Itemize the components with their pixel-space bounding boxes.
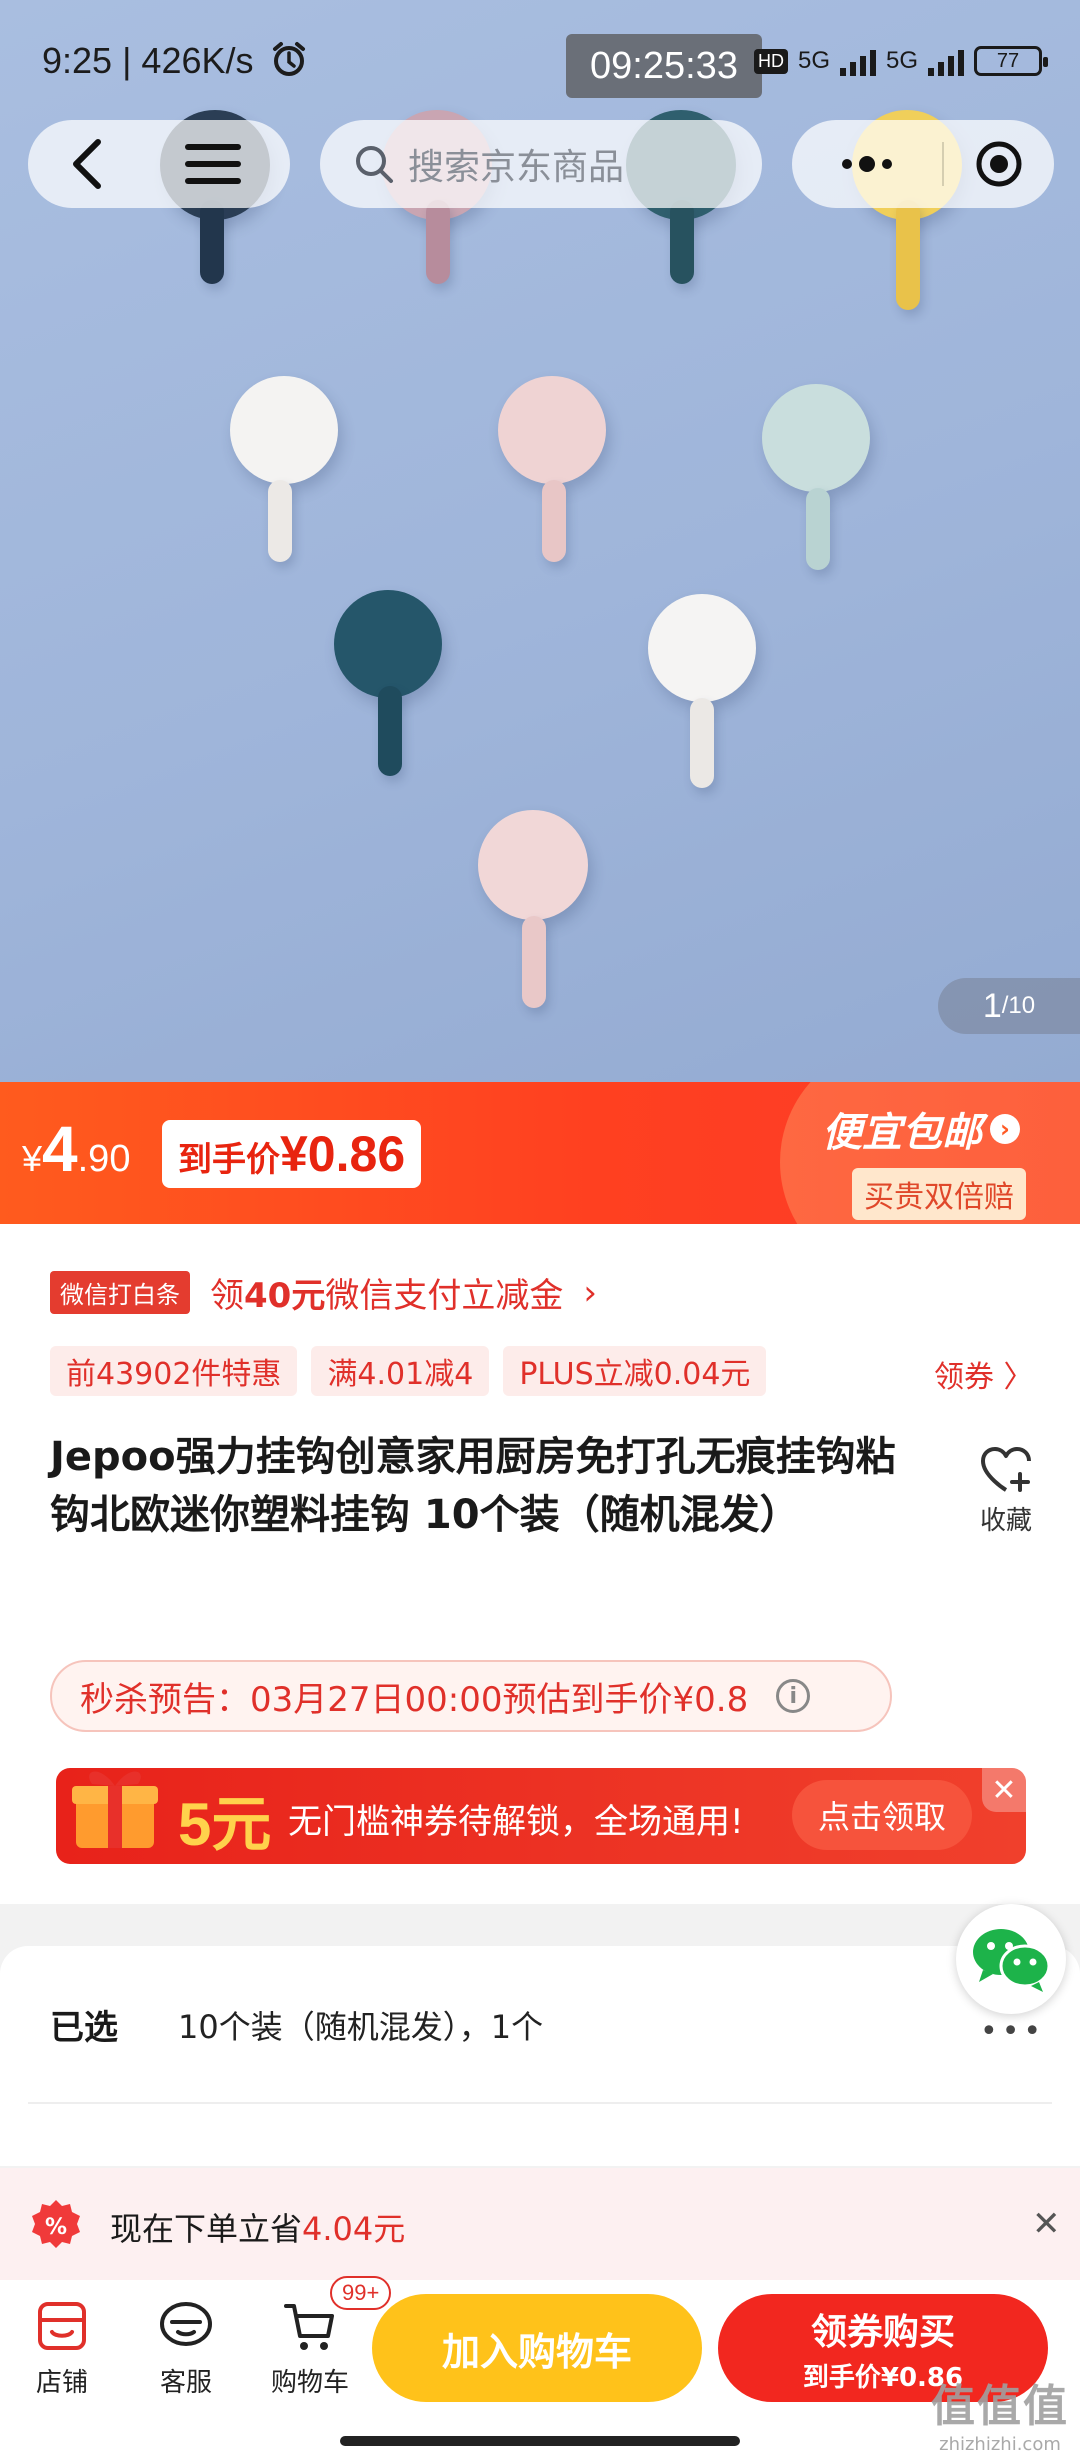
- product-title: Jepoo强力挂钩创意家用厨房免打孔无痕挂钩粘钩北欧迷你塑料挂钩 10个装（随机…: [50, 1434, 896, 1538]
- menu-icon: [185, 144, 241, 184]
- promo-tag: PLUS立减0.04元: [503, 1346, 767, 1396]
- cart-label: 购物车: [270, 2368, 349, 2398]
- status-right: HD 5G 5G 77: [754, 46, 1049, 76]
- more-dots-icon[interactable]: •••: [980, 2014, 1045, 2049]
- flash-sale-notice[interactable]: 秒杀预告：03月27日00:00预估到手价¥0.8 i: [50, 1660, 892, 1732]
- service-label: 客服: [159, 2368, 212, 2398]
- cart-count-badge: 99+: [330, 2276, 392, 2310]
- svg-text:%: %: [45, 2215, 67, 2240]
- wechat-share-button[interactable]: [956, 1904, 1066, 2014]
- close-icon[interactable]: ✕: [982, 1768, 1026, 1812]
- wechat-promo-text: 领40元微信支付立减金: [210, 1276, 564, 1316]
- more-dots-icon: [842, 156, 892, 172]
- menu-button[interactable]: [148, 120, 278, 208]
- selected-spec-row[interactable]: 已选 10个装（随机混发），1个: [50, 2000, 543, 2049]
- final-price-label: 到手价: [178, 1140, 280, 1180]
- flash-sale-text: 秒杀预告：03月27日00:00预估到手价¥0.8: [80, 1679, 749, 1720]
- target-icon: [976, 141, 1022, 187]
- close-miniprogram-button[interactable]: [944, 139, 1054, 189]
- selection-card[interactable]: 已选 10个装（随机混发），1个 •••: [0, 1946, 1080, 2166]
- claim-coupon-button[interactable]: 点击领取: [792, 1780, 972, 1850]
- shop-label: 店铺: [35, 2368, 88, 2398]
- search-bar[interactable]: 搜索京东商品: [320, 120, 762, 208]
- favorite-label: 收藏: [979, 1506, 1032, 1536]
- promo-tags: 前43902件特惠 满4.01减4 PLUS立减0.04元: [50, 1346, 767, 1396]
- bottom-action-bar: 店铺 客服 购物车 99+ 加入购物车 领券购买 到手价¥0.86: [0, 2276, 1080, 2460]
- image-total: /10: [1001, 992, 1036, 1019]
- final-price-tag: 到手价 ¥0.86: [162, 1120, 422, 1188]
- selected-label: 已选: [50, 2008, 118, 2048]
- site-watermark: 值值值 zhizhizhi.com: [931, 2381, 1069, 2455]
- buy-main-label: 领券购买: [810, 2311, 955, 2353]
- shop-icon: [38, 2302, 86, 2350]
- wechat-promo-row[interactable]: 微信打白条 领40元微信支付立减金 ›: [50, 1268, 597, 1317]
- final-price-value: ¥0.86: [280, 1126, 406, 1182]
- promo-title: 便宜包邮: [822, 1110, 982, 1156]
- cart-icon: [284, 2304, 334, 2350]
- info-icon[interactable]: i: [776, 1679, 811, 1713]
- chevron-right-icon: ›: [583, 1272, 597, 1313]
- save-now-strip[interactable]: % 现在下单立省4.04元 ✕: [0, 2168, 1080, 2280]
- current-price: ¥4.90: [22, 1113, 131, 1185]
- customer-service-button[interactable]: 客服: [136, 2298, 236, 2399]
- net-label-1: 5G: [798, 47, 831, 74]
- save-now-text: 现在下单立省4.04元: [110, 2210, 406, 2248]
- get-coupon-link[interactable]: 领券 〉: [934, 1352, 1034, 1396]
- discount-badge-icon: %: [32, 2200, 80, 2248]
- close-icon[interactable]: ✕: [1032, 2204, 1061, 2244]
- coupon-amount: 5元: [178, 1791, 272, 1858]
- gift-box-icon: [72, 1771, 158, 1848]
- promo-tag: 前43902件特惠: [50, 1346, 298, 1396]
- image-counter: 1/10: [938, 978, 1080, 1034]
- chat-face-icon: [160, 2302, 212, 2346]
- back-button[interactable]: [28, 120, 148, 208]
- divider: [28, 2102, 1052, 2104]
- status-left: 9:25 | 426K/s: [42, 40, 308, 87]
- price-bar: ¥4.90 到手价 ¥0.86 便宜包邮 › 买贵双倍赔: [0, 1082, 1080, 1224]
- signal-icon-1: [840, 46, 877, 76]
- favorite-button[interactable]: 收藏: [966, 1446, 1046, 1537]
- net-label-2: 5G: [886, 47, 919, 74]
- chevron-left-icon: [73, 139, 101, 189]
- add-to-cart-button[interactable]: 加入购物车: [372, 2294, 702, 2402]
- selected-value: 10个装（随机混发），1个: [178, 2007, 544, 2046]
- search-placeholder: 搜索京东商品: [408, 147, 625, 188]
- product-image[interactable]: 9:25 | 426K/s 09:25:33 HD 5G 5G 77 搜索京东商…: [0, 0, 1080, 1082]
- cart-button[interactable]: 购物车: [260, 2298, 360, 2399]
- product-info-card: 微信打白条 领40元微信支付立减金 › 前43902件特惠 满4.01减4 PL…: [0, 1224, 1080, 1904]
- wechat-icon: [973, 1929, 1051, 1992]
- promo-tag: 满4.01减4: [311, 1346, 490, 1396]
- alarm-icon: [270, 40, 308, 87]
- free-shipping-promo[interactable]: 便宜包邮 › 买贵双倍赔: [822, 1100, 1026, 1220]
- hd-icon: HD: [754, 48, 788, 74]
- shop-button[interactable]: 店铺: [12, 2298, 112, 2399]
- more-button[interactable]: [792, 154, 942, 174]
- chevron-right-icon: ›: [990, 1114, 1020, 1144]
- heart-plus-icon: [981, 1447, 1031, 1492]
- nav-right-group: [792, 120, 1054, 208]
- battery-icon: 77: [974, 46, 1049, 76]
- status-bar: 9:25 | 426K/s 09:25:33 HD 5G 5G 77: [0, 0, 1080, 130]
- screen-record-clock: 09:25:33: [566, 34, 762, 98]
- home-indicator[interactable]: [340, 2436, 740, 2446]
- nav-left-group: [28, 120, 290, 208]
- coupon-desc: 无门槛神券待解锁，全场通用!: [288, 1802, 744, 1842]
- search-icon: [356, 146, 393, 183]
- promo-subtitle: 买贵双倍赔: [852, 1168, 1026, 1220]
- image-index: 1: [982, 986, 1002, 1025]
- signal-icon-2: [928, 46, 965, 76]
- coupon-banner[interactable]: 5元 无门槛神券待解锁，全场通用! 点击领取 ✕: [56, 1768, 1026, 1864]
- wechat-badge: 微信打白条: [50, 1271, 190, 1314]
